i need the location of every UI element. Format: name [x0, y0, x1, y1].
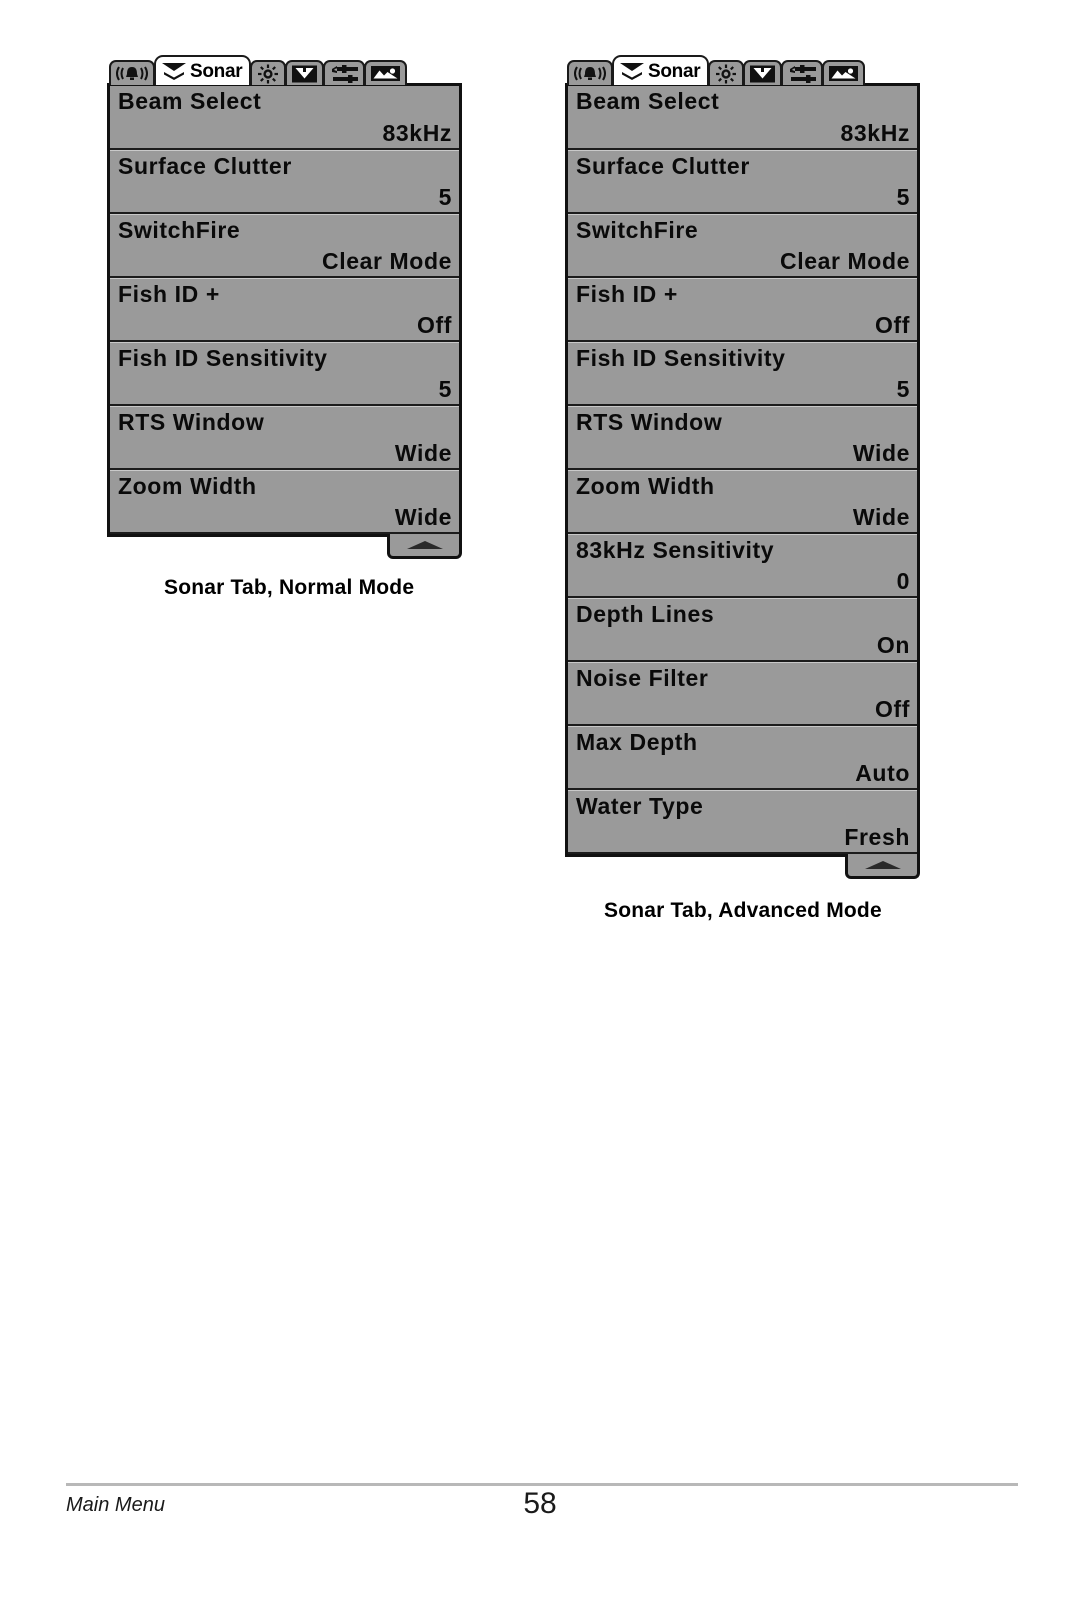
tab-sonar-label: Sonar: [648, 60, 701, 82]
alarm-bell-icon: [573, 65, 607, 82]
sonar-cone-icon: [161, 61, 187, 81]
footer-divider: [66, 1483, 1018, 1486]
menu-item-value: 5: [438, 376, 452, 402]
menu-item-label: SwitchFire: [576, 217, 699, 243]
menu-item-label: Surface Clutter: [118, 153, 292, 179]
menu-item-label: RTS Window: [576, 409, 723, 435]
menu-item-label: SwitchFire: [118, 217, 241, 243]
menu-item[interactable]: Surface Clutter 5: [110, 150, 459, 214]
menu-item-value: 0: [896, 568, 910, 594]
menu-item-label: RTS Window: [118, 409, 265, 435]
menu-item-label: Zoom Width: [118, 473, 257, 499]
scroll-up-arrow-icon[interactable]: [387, 534, 462, 559]
menu-item-value: 5: [896, 184, 910, 210]
wrench-sliders-icon: [787, 64, 817, 84]
menu-item-value: 5: [438, 184, 452, 210]
tab-setup[interactable]: [781, 60, 824, 85]
menu-item-value: Wide: [852, 440, 910, 466]
menu-item-value: 83kHz: [840, 120, 910, 146]
sun-brightness-icon: [714, 64, 738, 84]
menu-item-value: Off: [416, 312, 452, 338]
menu-item[interactable]: Surface Clutter 5: [568, 150, 917, 214]
menu-item[interactable]: Fish ID + Off: [110, 278, 459, 342]
menu-item-label: Depth Lines: [576, 601, 715, 627]
tab-brightness[interactable]: [250, 60, 287, 85]
menu-item-value: Clear Mode: [780, 248, 910, 274]
tab-setup[interactable]: [323, 60, 366, 85]
menu-item-value: 5: [896, 376, 910, 402]
wrench-sliders-icon: [329, 64, 359, 84]
tab-views[interactable]: [822, 60, 866, 85]
scroll-up-arrow-icon[interactable]: [845, 854, 920, 879]
menu-item-label: Max Depth: [576, 729, 698, 755]
menu-item[interactable]: Beam Select 83kHz: [568, 86, 917, 150]
menu-item-value: Wide: [852, 504, 910, 530]
menu-item[interactable]: Fish ID Sensitivity 5: [568, 342, 917, 406]
menu-item-value: Auto: [855, 760, 910, 786]
sonar-menu-list-advanced: Beam Select 83kHz Surface Clutter 5 Swit…: [565, 83, 920, 879]
menu-item-label: Fish ID +: [576, 281, 678, 307]
menu-item-value: Clear Mode: [322, 248, 452, 274]
tab-strip-advanced: Sonar: [565, 55, 920, 85]
alarm-bell-icon: [115, 65, 149, 82]
menu-item[interactable]: Beam Select 83kHz: [110, 86, 459, 150]
menu-item[interactable]: Water Type Fresh: [568, 790, 917, 854]
menu-item-value: Wide: [394, 440, 452, 466]
menu-item[interactable]: Max Depth Auto: [568, 726, 917, 790]
tab-brightness[interactable]: [708, 60, 745, 85]
menu-item-label: Water Type: [576, 793, 704, 819]
menu-item[interactable]: SwitchFire Clear Mode: [568, 214, 917, 278]
landscape-view-icon: [370, 64, 401, 83]
chart-cone-icon: [749, 64, 776, 84]
sonar-menu-list-normal: Beam Select 83kHz Surface Clutter 5 Swit…: [107, 83, 462, 559]
menu-item-value: Wide: [394, 504, 452, 530]
menu-item-value: 83kHz: [382, 120, 452, 146]
tab-navigation[interactable]: [285, 60, 325, 85]
menu-item-label: Zoom Width: [576, 473, 715, 499]
menu-item-value: Off: [874, 696, 910, 722]
chart-cone-icon: [291, 64, 318, 84]
sonar-cone-icon: [619, 61, 645, 81]
menu-item-label: Fish ID Sensitivity: [576, 345, 786, 371]
sonar-menu-advanced-mode: Sonar Beam Select 83kHz Surface Clutter …: [565, 55, 920, 879]
tab-alarm[interactable]: [109, 60, 155, 85]
tab-strip-normal: Sonar: [107, 55, 462, 85]
menu-item[interactable]: Fish ID Sensitivity 5: [110, 342, 459, 406]
menu-item-label: 83kHz Sensitivity: [576, 537, 775, 563]
caption-advanced-mode: Sonar Tab, Advanced Mode: [604, 899, 882, 922]
menu-item-label: Noise Filter: [576, 665, 709, 691]
menu-item-label: Surface Clutter: [576, 153, 750, 179]
menu-item[interactable]: Zoom Width Wide: [568, 470, 917, 534]
menu-item-value: Off: [874, 312, 910, 338]
tab-sonar[interactable]: Sonar: [154, 55, 252, 85]
menu-item[interactable]: Depth Lines On: [568, 598, 917, 662]
menu-item-value: On: [876, 632, 910, 658]
menu-item[interactable]: Zoom Width Wide: [110, 470, 459, 534]
menu-item[interactable]: RTS Window Wide: [110, 406, 459, 470]
tab-views[interactable]: [364, 60, 408, 85]
landscape-view-icon: [828, 64, 859, 83]
page-number: 58: [523, 1487, 557, 1520]
menu-item[interactable]: SwitchFire Clear Mode: [110, 214, 459, 278]
menu-item-value: Fresh: [844, 824, 910, 850]
menu-item-label: Fish ID +: [118, 281, 220, 307]
sonar-menu-normal-mode: Sonar Beam Select 83kHz Surface Clutter …: [107, 55, 462, 559]
caption-normal-mode: Sonar Tab, Normal Mode: [164, 576, 415, 599]
menu-item-label: Beam Select: [118, 88, 262, 114]
menu-item[interactable]: Fish ID + Off: [568, 278, 917, 342]
tab-sonar[interactable]: Sonar: [612, 55, 710, 85]
sun-brightness-icon: [256, 64, 280, 84]
menu-item-label: Fish ID Sensitivity: [118, 345, 328, 371]
menu-item[interactable]: Noise Filter Off: [568, 662, 917, 726]
menu-item[interactable]: RTS Window Wide: [568, 406, 917, 470]
tab-alarm[interactable]: [567, 60, 613, 85]
menu-item[interactable]: 83kHz Sensitivity 0: [568, 534, 917, 598]
tab-navigation[interactable]: [743, 60, 783, 85]
tab-sonar-label: Sonar: [190, 60, 243, 82]
menu-item-label: Beam Select: [576, 88, 720, 114]
